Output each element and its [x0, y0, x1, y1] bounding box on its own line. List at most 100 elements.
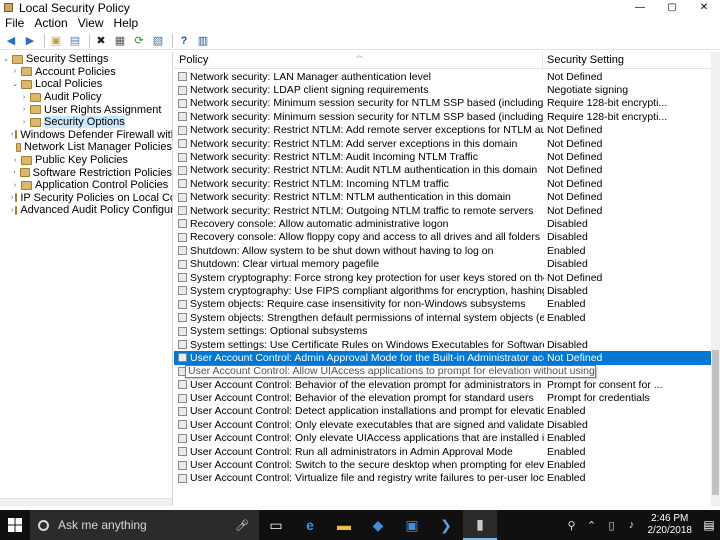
start-button[interactable] — [0, 510, 30, 540]
policy-row[interactable]: Network security: Minimum session securi… — [174, 97, 711, 110]
collapsed-chevron-icon[interactable]: › — [11, 169, 18, 176]
policy-row[interactable]: Network security: Minimum session securi… — [174, 110, 711, 123]
policy-row[interactable]: Network security: Restrict NTLM: NTLM au… — [174, 191, 711, 204]
collapsed-chevron-icon[interactable]: › — [11, 194, 13, 201]
refresh-icon[interactable]: ⟳ — [131, 33, 147, 49]
policy-row[interactable]: Network security: Restrict NTLM: Audit N… — [174, 164, 711, 177]
task-view-icon[interactable]: ▭ — [259, 510, 293, 540]
policy-setting: Enabled — [546, 298, 586, 311]
policy-row[interactable]: User Account Control: Behavior of the el… — [174, 391, 711, 404]
policy-row[interactable]: System objects: Strengthen default permi… — [174, 311, 711, 324]
action-center-icon[interactable]: ▤ — [698, 510, 720, 540]
policy-row[interactable]: User Account Control: Only elevate execu… — [174, 418, 711, 431]
policy-icon — [178, 340, 187, 349]
menu-action[interactable]: Action — [29, 16, 72, 30]
policy-row[interactable]: Network security: Restrict NTLM: Incomin… — [174, 177, 711, 190]
show-hidden-icons-icon[interactable]: ⌃ — [584, 519, 600, 532]
export-list-icon[interactable]: ▧ — [150, 33, 166, 49]
collapsed-chevron-icon[interactable]: › — [11, 207, 13, 214]
column-header-setting[interactable]: Security Setting — [543, 52, 711, 68]
help-icon[interactable]: ? — [176, 33, 192, 49]
policy-row[interactable]: User Account Control: Only elevate UIAcc… — [174, 432, 711, 445]
clock[interactable]: 2:46 PM 2/20/2018 — [648, 513, 693, 537]
policy-row[interactable]: Network security: Restrict NTLM: Audit I… — [174, 150, 711, 163]
collapsed-chevron-icon[interactable]: › — [11, 182, 19, 189]
policy-row[interactable]: Recovery console: Allow automatic admini… — [174, 217, 711, 230]
tree-item[interactable]: ⌄ Security Settings — [0, 53, 172, 66]
collapsed-chevron-icon[interactable]: › — [11, 131, 13, 138]
policy-row[interactable]: Shutdown: Clear virtual memory pagefile D… — [174, 257, 711, 270]
local-security-policy-taskbar-icon[interactable]: ▮ — [463, 510, 497, 540]
policy-icon — [178, 326, 187, 336]
edge-icon[interactable]: e — [293, 510, 327, 540]
file-explorer-icon[interactable]: ▬ — [327, 510, 361, 540]
store-icon[interactable]: ◆ — [361, 510, 395, 540]
photos-icon[interactable]: ▣ — [395, 510, 429, 540]
policy-row[interactable]: User Account Control: Virtualize file an… — [174, 472, 711, 485]
people-icon[interactable]: ⚲ — [564, 519, 580, 532]
network-icon[interactable]: ▯ — [604, 519, 620, 532]
expanded-chevron-icon[interactable]: ⌄ — [2, 55, 10, 63]
close-button[interactable]: ✕ — [688, 0, 720, 15]
back-arrow-icon[interactable]: ◀ — [3, 33, 19, 49]
list-vertical-scrollbar[interactable] — [711, 52, 720, 506]
policy-row[interactable]: System objects: Require case insensitivi… — [174, 298, 711, 311]
microphone-icon[interactable]: 🎤︎ — [235, 519, 249, 532]
column-header-policy[interactable]: ︿ Policy — [174, 52, 543, 68]
folder-icon — [21, 67, 32, 77]
policy-row[interactable]: System cryptography: Force strong key pr… — [174, 271, 711, 284]
maximize-button[interactable]: ▢ — [656, 0, 688, 15]
tree-item[interactable]: Network List Manager Policies — [0, 141, 172, 154]
policy-row[interactable]: Network security: LAN Manager authentica… — [174, 70, 711, 83]
delete-icon[interactable]: ✖ — [93, 33, 109, 49]
menu-help[interactable]: Help — [109, 16, 144, 30]
collapsed-chevron-icon[interactable]: › — [11, 157, 19, 164]
tree-item[interactable]: › IP Security Policies on Local Compute — [0, 192, 172, 205]
forward-arrow-icon[interactable]: ▶ — [22, 33, 38, 49]
tree-item[interactable]: ⌄ Local Policies — [0, 78, 172, 91]
collapsed-chevron-icon[interactable]: › — [20, 106, 28, 113]
policy-setting: Enabled — [546, 405, 586, 418]
expanded-chevron-icon[interactable]: ⌄ — [11, 80, 19, 88]
policy-row[interactable]: System settings: Use Certificate Rules o… — [174, 338, 711, 351]
collapsed-chevron-icon[interactable]: › — [20, 119, 28, 126]
minimize-button[interactable]: — — [624, 0, 656, 15]
scrollbar-thumb[interactable] — [712, 350, 719, 495]
title-bar: Local Security Policy — ▢ ✕ — [0, 0, 720, 15]
tree-item[interactable]: › Audit Policy — [0, 91, 172, 104]
show-hide-tree-icon[interactable]: ▤ — [67, 33, 83, 49]
tree-horizontal-scrollbar[interactable] — [0, 498, 172, 506]
policy-row[interactable]: Network security: Restrict NTLM: Add rem… — [174, 124, 711, 137]
policy-row[interactable]: Network security: LDAP client signing re… — [174, 83, 711, 96]
policy-row[interactable]: System cryptography: Use FIPS compliant … — [174, 284, 711, 297]
tree-item[interactable]: › Advanced Audit Policy Configuration — [0, 204, 172, 217]
policy-row[interactable]: System settings: Optional subsystems — [174, 324, 711, 337]
policy-row[interactable]: User Account Control: Admin Approval Mod… — [174, 351, 711, 365]
menu-view[interactable]: View — [73, 16, 109, 30]
tree-item[interactable]: › Software Restriction Policies — [0, 166, 172, 179]
folder-icon — [30, 105, 41, 115]
policy-row[interactable]: Network security: Restrict NTLM: Outgoin… — [174, 204, 711, 217]
tree-item[interactable]: › User Rights Assignment — [0, 103, 172, 116]
tree-item[interactable]: › Windows Defender Firewall with Adva — [0, 129, 172, 142]
collapsed-chevron-icon[interactable]: › — [11, 68, 19, 75]
policy-row[interactable]: Recovery console: Allow floppy copy and … — [174, 231, 711, 244]
tree-item[interactable]: › Account Policies — [0, 66, 172, 79]
properties-icon[interactable]: ▦ — [112, 33, 128, 49]
cortana-search-box[interactable]: Ask me anything 🎤︎ — [30, 510, 259, 540]
policy-row[interactable]: User Account Control: Detect application… — [174, 405, 711, 418]
powershell-icon[interactable]: ❯ — [429, 510, 463, 540]
policy-row[interactable]: Shutdown: Allow system to be shut down w… — [174, 244, 711, 257]
console-icon[interactable]: ▥ — [195, 33, 211, 49]
up-folder-icon[interactable]: ▣ — [48, 33, 64, 49]
policy-row[interactable]: User Account Control: Switch to the secu… — [174, 458, 711, 471]
policy-row[interactable]: User Account Control: Run all administra… — [174, 445, 711, 458]
collapsed-chevron-icon[interactable]: › — [20, 94, 28, 101]
menu-file[interactable]: File — [0, 16, 29, 30]
policy-row[interactable]: Network security: Restrict NTLM: Add ser… — [174, 137, 711, 150]
tree-item[interactable]: › Application Control Policies — [0, 179, 172, 192]
volume-icon[interactable]: ♪ — [624, 519, 640, 531]
tree-item[interactable]: › Public Key Policies — [0, 154, 172, 167]
tree-item[interactable]: › Security Options — [0, 116, 172, 129]
policy-row[interactable]: User Account Control: Behavior of the el… — [174, 378, 711, 391]
